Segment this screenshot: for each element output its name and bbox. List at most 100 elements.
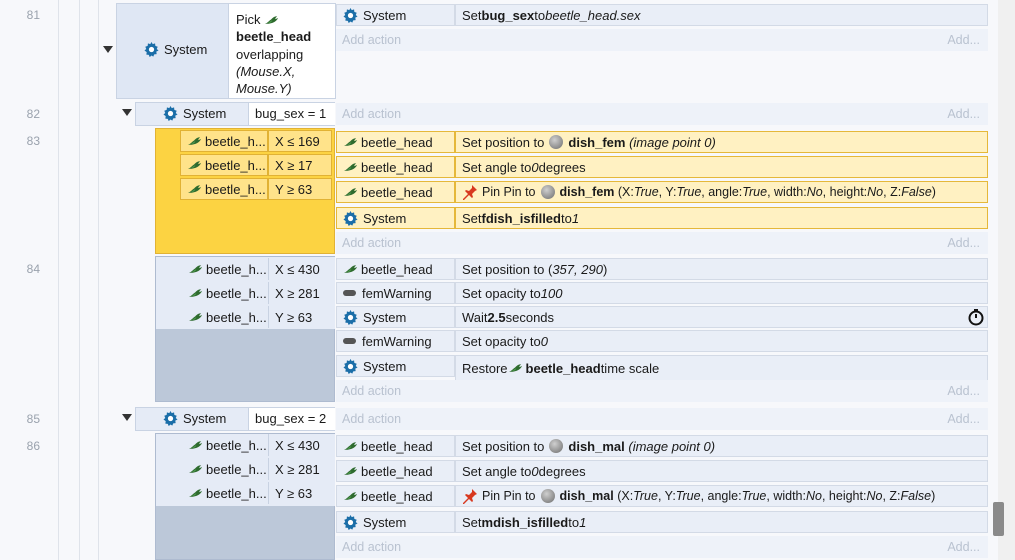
add-action-button[interactable]: Add action Add... — [336, 380, 988, 402]
beetle-sprite-icon — [187, 136, 202, 147]
action-pin[interactable]: Pin Pin to dish_fem (X: True, Y: True, a… — [455, 181, 988, 203]
action-object[interactable]: beetle_head — [336, 258, 455, 280]
sprite-ball-icon — [549, 439, 564, 453]
action-set-position[interactable]: Set position to dish_mal (image point 0) — [455, 435, 988, 457]
event-number: 84 — [26, 262, 40, 276]
condition-object[interactable]: beetle_h... — [180, 154, 268, 176]
action-wait[interactable]: Wait 2.5 seconds — [455, 306, 988, 328]
beetle-sprite-icon — [188, 288, 203, 299]
pick-overlapping-condition[interactable]: Pick beetle_head overlapping (Mouse.X, M… — [228, 4, 335, 98]
text-object-icon — [343, 338, 356, 344]
action-object[interactable]: System — [336, 207, 455, 229]
action-object[interactable]: beetle_head — [336, 435, 455, 457]
action-object[interactable]: beetle_head — [336, 485, 455, 507]
sprite-ball-icon — [540, 185, 555, 199]
collapse-toggle[interactable] — [122, 109, 132, 116]
condition-object[interactable]: beetle_h... — [184, 282, 268, 304]
beetle-sprite-icon — [343, 491, 358, 502]
action-object[interactable]: System — [336, 306, 455, 328]
beetle-sprite-icon — [187, 184, 202, 195]
sprite-ball-icon — [540, 489, 555, 503]
system-condition[interactable]: System — [163, 106, 226, 121]
compare-y-condition[interactable]: Y ≥ 63 — [268, 482, 335, 504]
action-pin[interactable]: Pin Pin to dish_mal (X: True, Y: True, a… — [455, 485, 988, 507]
beetle-sprite-icon — [343, 187, 358, 198]
compare-variable-condition[interactable]: bug_sex = 1 — [248, 103, 335, 125]
action-set-opacity[interactable]: Set opacity to 0 — [455, 330, 988, 352]
add-action-button[interactable]: Add action Add... — [336, 408, 988, 430]
compare-x-condition[interactable]: X ≤ 430 — [268, 434, 335, 456]
add-action-button[interactable]: Add action Add... — [336, 536, 988, 558]
collapse-toggle[interactable] — [122, 414, 132, 421]
condition-object[interactable]: beetle_h... — [180, 130, 268, 152]
action-object[interactable]: beetle_head — [336, 156, 455, 178]
action-set-variable[interactable]: Set mdish_isfilled to 1 — [455, 511, 988, 533]
stopwatch-icon — [968, 309, 984, 326]
beetle-sprite-icon — [343, 162, 358, 173]
action-set-variable[interactable]: Set fdish_isfilled to 1 — [455, 207, 988, 229]
system-condition[interactable]: System — [163, 411, 226, 426]
action-set-opacity[interactable]: Set opacity to 100 — [455, 282, 988, 304]
gear-icon — [163, 411, 178, 426]
beetle-sprite-icon — [343, 441, 358, 452]
action-object[interactable]: System — [336, 511, 455, 533]
compare-x-condition[interactable]: X ≤ 169 — [268, 130, 332, 152]
action-set-position[interactable]: Set position to (357, 290) — [455, 258, 988, 280]
beetle-sprite-icon — [188, 440, 203, 451]
gear-icon — [343, 211, 358, 226]
compare-y-condition[interactable]: Y ≥ 63 — [268, 306, 335, 328]
event-number: 81 — [26, 8, 40, 22]
vertical-scrollbar[interactable] — [998, 0, 1015, 560]
system-condition[interactable]: System — [144, 42, 207, 57]
condition-object[interactable]: beetle_h... — [184, 306, 268, 328]
add-action-button[interactable]: Add action Add... — [336, 103, 988, 125]
event-number: 83 — [26, 134, 40, 148]
action-object[interactable]: beetle_head — [336, 460, 455, 482]
condition-object[interactable]: beetle_h... — [184, 458, 268, 480]
add-action-button[interactable]: Add action Add... — [336, 29, 988, 51]
condition-object[interactable]: beetle_h... — [184, 482, 268, 504]
action-restore-time-scale[interactable]: Restore beetle_head time scale — [455, 355, 988, 381]
action-set-angle[interactable]: Set angle to 0 degrees — [455, 460, 988, 482]
action-object[interactable]: femWarning — [336, 330, 455, 352]
beetle-sprite-icon — [264, 15, 279, 26]
condition-object[interactable]: beetle_h... — [184, 258, 268, 280]
beetle-sprite-icon — [343, 466, 358, 477]
action-set-angle[interactable]: Set angle to 0 degrees — [455, 156, 988, 178]
gear-icon — [163, 106, 178, 121]
compare-x-condition[interactable]: X ≤ 430 — [268, 258, 335, 280]
beetle-sprite-icon — [188, 488, 203, 499]
compare-variable-condition[interactable]: bug_sex = 2 — [248, 408, 335, 430]
action-object[interactable]: beetle_head — [336, 181, 455, 203]
beetle-sprite-icon — [343, 137, 358, 148]
add-action-button[interactable]: Add action Add... — [336, 232, 988, 254]
condition-object[interactable]: beetle_h... — [184, 434, 268, 456]
action-set-variable[interactable]: Set bug_sex to beetle_head.sex — [455, 4, 988, 26]
compare-x-condition[interactable]: X ≥ 17 — [268, 154, 332, 176]
gear-icon — [343, 359, 358, 374]
pin-icon — [462, 184, 478, 200]
beetle-sprite-icon — [188, 464, 203, 475]
action-object[interactable]: beetle_head — [336, 131, 455, 153]
compare-y-condition[interactable]: Y ≥ 63 — [268, 178, 332, 200]
collapse-toggle[interactable] — [103, 46, 113, 53]
beetle-sprite-icon — [187, 160, 202, 171]
scrollbar-thumb[interactable] — [993, 502, 1004, 536]
action-object[interactable]: System — [336, 4, 455, 26]
event-number: 82 — [26, 107, 40, 121]
action-object[interactable]: femWarning — [336, 282, 455, 304]
gear-icon — [343, 515, 358, 530]
sprite-ball-icon — [549, 135, 564, 149]
action-set-position[interactable]: Set position to dish_fem (image point 0) — [455, 131, 988, 153]
system-label: System — [164, 42, 208, 57]
pin-icon — [462, 488, 478, 504]
action-object[interactable]: System — [336, 355, 455, 377]
compare-x-condition[interactable]: X ≥ 281 — [268, 282, 335, 304]
condition-object[interactable]: beetle_h... — [180, 178, 268, 200]
beetle-sprite-icon — [508, 363, 523, 374]
gear-icon — [343, 310, 358, 325]
compare-x-condition[interactable]: X ≥ 281 — [268, 458, 335, 480]
event-number: 86 — [26, 439, 40, 453]
beetle-sprite-icon — [188, 312, 203, 323]
beetle-sprite-icon — [188, 264, 203, 275]
